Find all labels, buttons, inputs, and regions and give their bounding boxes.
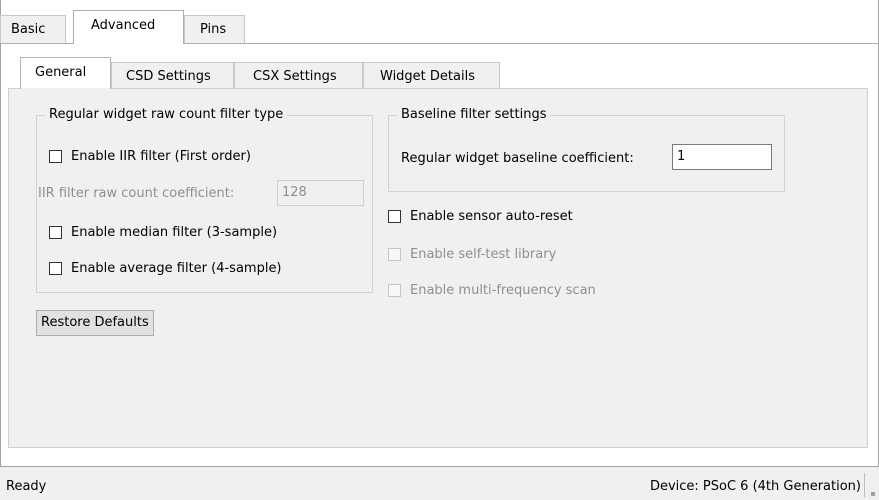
top-tab-bar: Basic Advanced Pins — [0, 0, 879, 44]
multi-freq-checkbox — [388, 283, 401, 297]
average-filter-checkbox-row[interactable]: Enable average filter (4-sample) — [49, 258, 282, 278]
average-filter-label: Enable average filter (4-sample) — [71, 260, 282, 276]
resize-grip-icon[interactable] — [871, 492, 875, 496]
iir-coeff-field: 128 — [277, 180, 364, 206]
iir-filter-label: Enable IIR filter (First order) — [71, 148, 251, 164]
average-filter-checkbox[interactable] — [49, 261, 62, 275]
self-test-checkbox — [388, 247, 401, 261]
self-test-checkbox-row: Enable self-test library — [388, 244, 556, 264]
restore-defaults-button[interactable]: Restore Defaults — [36, 310, 154, 336]
multi-freq-label: Enable multi-frequency scan — [410, 282, 596, 298]
general-panel: Regular widget raw count filter type Ena… — [8, 88, 868, 448]
tab-basic[interactable]: Basic — [0, 15, 66, 43]
subtab-csx-settings[interactable]: CSX Settings — [234, 62, 363, 89]
median-filter-checkbox[interactable] — [49, 225, 62, 239]
baseline-coeff-label: Regular widget baseline coefficient: — [401, 151, 634, 166]
subtab-widget-details[interactable]: Widget Details — [363, 62, 500, 89]
tab-pins[interactable]: Pins — [184, 15, 245, 43]
status-ready: Ready — [6, 479, 47, 494]
status-divider — [864, 473, 865, 497]
median-filter-label: Enable median filter (3-sample) — [71, 224, 278, 240]
subtab-general[interactable]: General — [20, 57, 111, 90]
iir-coeff-label: IIR filter raw count coefficient: — [38, 186, 235, 201]
baseline-coeff-field[interactable]: 1 — [672, 144, 772, 170]
auto-reset-checkbox-row[interactable]: Enable sensor auto-reset — [388, 206, 573, 226]
median-filter-checkbox-row[interactable]: Enable median filter (3-sample) — [49, 222, 277, 242]
iir-filter-checkbox-row[interactable]: Enable IIR filter (First order) — [49, 146, 251, 166]
auto-reset-label: Enable sensor auto-reset — [410, 208, 573, 224]
raw-filter-group-title: Regular widget raw count filter type — [45, 107, 288, 123]
auto-reset-checkbox[interactable] — [388, 209, 401, 223]
iir-filter-checkbox[interactable] — [49, 149, 62, 163]
self-test-label: Enable self-test library — [410, 246, 557, 262]
status-device: Device: PSoC 6 (4th Generation) — [649, 479, 861, 494]
baseline-group-title: Baseline filter settings — [397, 107, 551, 123]
subtab-csd-settings[interactable]: CSD Settings — [111, 62, 234, 89]
tab-advanced[interactable]: Advanced — [73, 10, 184, 44]
status-bar: Ready Device: PSoC 6 (4th Generation) — [0, 467, 879, 500]
multi-freq-checkbox-row: Enable multi-frequency scan — [388, 280, 596, 300]
